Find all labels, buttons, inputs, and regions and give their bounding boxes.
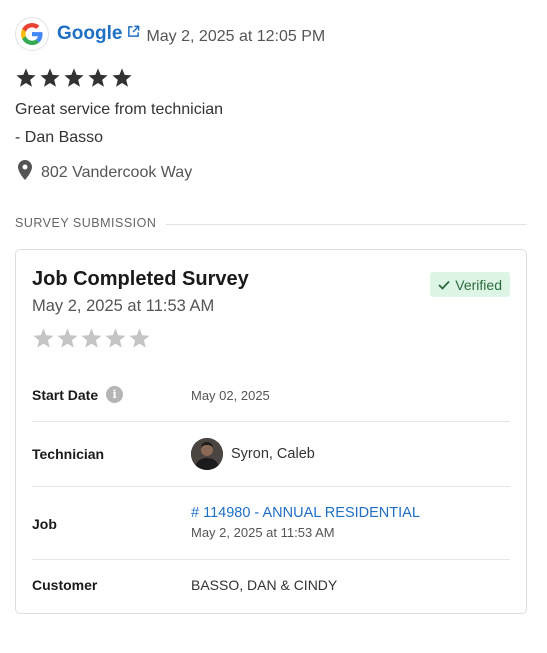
star-empty-icon[interactable] (56, 327, 79, 350)
review-source-link[interactable]: Google (57, 23, 140, 45)
row-divider (32, 486, 510, 487)
verified-badge: Verified (430, 272, 510, 297)
row-divider (32, 559, 510, 560)
job-label: Job (32, 516, 57, 532)
review-star-rating (15, 67, 133, 89)
review-author: - Dan Basso (15, 129, 104, 146)
location-address: 802 Vandercook Way (41, 163, 193, 181)
customer-value: BASSO, DAN & CINDY (191, 577, 338, 593)
star-filled-icon (87, 67, 109, 89)
review-location: 802 Vandercook Way (18, 160, 192, 185)
section-divider (166, 224, 527, 225)
technician-label: Technician (32, 446, 105, 462)
google-logo-icon (15, 17, 49, 51)
star-filled-icon (111, 67, 133, 89)
survey-date: May 2, 2025 at 11:53 AM (32, 297, 215, 315)
start-date-row: Start Date i May 02, 2025 (32, 384, 510, 406)
job-row: Job # 114980 - ANNUAL RESIDENTIAL May 2,… (32, 505, 510, 545)
checkmark-icon (438, 277, 450, 293)
verified-label: Verified (455, 276, 502, 293)
review-header: Google May 2, 2025 at 12:05 PM (15, 17, 325, 51)
map-pin-icon (18, 160, 32, 185)
technician-row: Technician Syron, Caleb (32, 437, 510, 471)
star-empty-icon[interactable] (104, 327, 127, 350)
job-link[interactable]: # 114980 - ANNUAL RESIDENTIAL (191, 505, 420, 521)
survey-star-rating[interactable] (32, 327, 151, 350)
customer-label: Customer (32, 577, 98, 593)
star-filled-icon (63, 67, 85, 89)
star-filled-icon (39, 67, 61, 89)
technician-avatar (191, 438, 223, 470)
review-text: Great service from technician (15, 101, 224, 118)
review-date: May 2, 2025 at 12:05 PM (146, 28, 326, 45)
survey-title: Job Completed Survey (32, 268, 249, 290)
star-empty-icon[interactable] (128, 327, 151, 350)
start-date-value: May 02, 2025 (191, 388, 270, 403)
star-filled-icon (15, 67, 37, 89)
customer-row: Customer BASSO, DAN & CINDY (32, 577, 510, 597)
technician-name: Syron, Caleb (231, 446, 315, 462)
start-date-label: Start Date (32, 386, 99, 403)
survey-card: Job Completed Survey May 2, 2025 at 11:5… (15, 249, 527, 614)
section-heading: SURVEY SUBMISSION (15, 216, 157, 230)
star-empty-icon[interactable] (32, 327, 55, 350)
info-icon[interactable]: i (106, 386, 124, 403)
job-date: May 2, 2025 at 11:53 AM (191, 525, 335, 540)
row-divider (32, 421, 510, 422)
external-link-icon[interactable] (127, 25, 140, 38)
technician-value: Syron, Caleb (191, 438, 315, 470)
star-empty-icon[interactable] (80, 327, 103, 350)
review-source-name[interactable]: Google (57, 23, 122, 45)
